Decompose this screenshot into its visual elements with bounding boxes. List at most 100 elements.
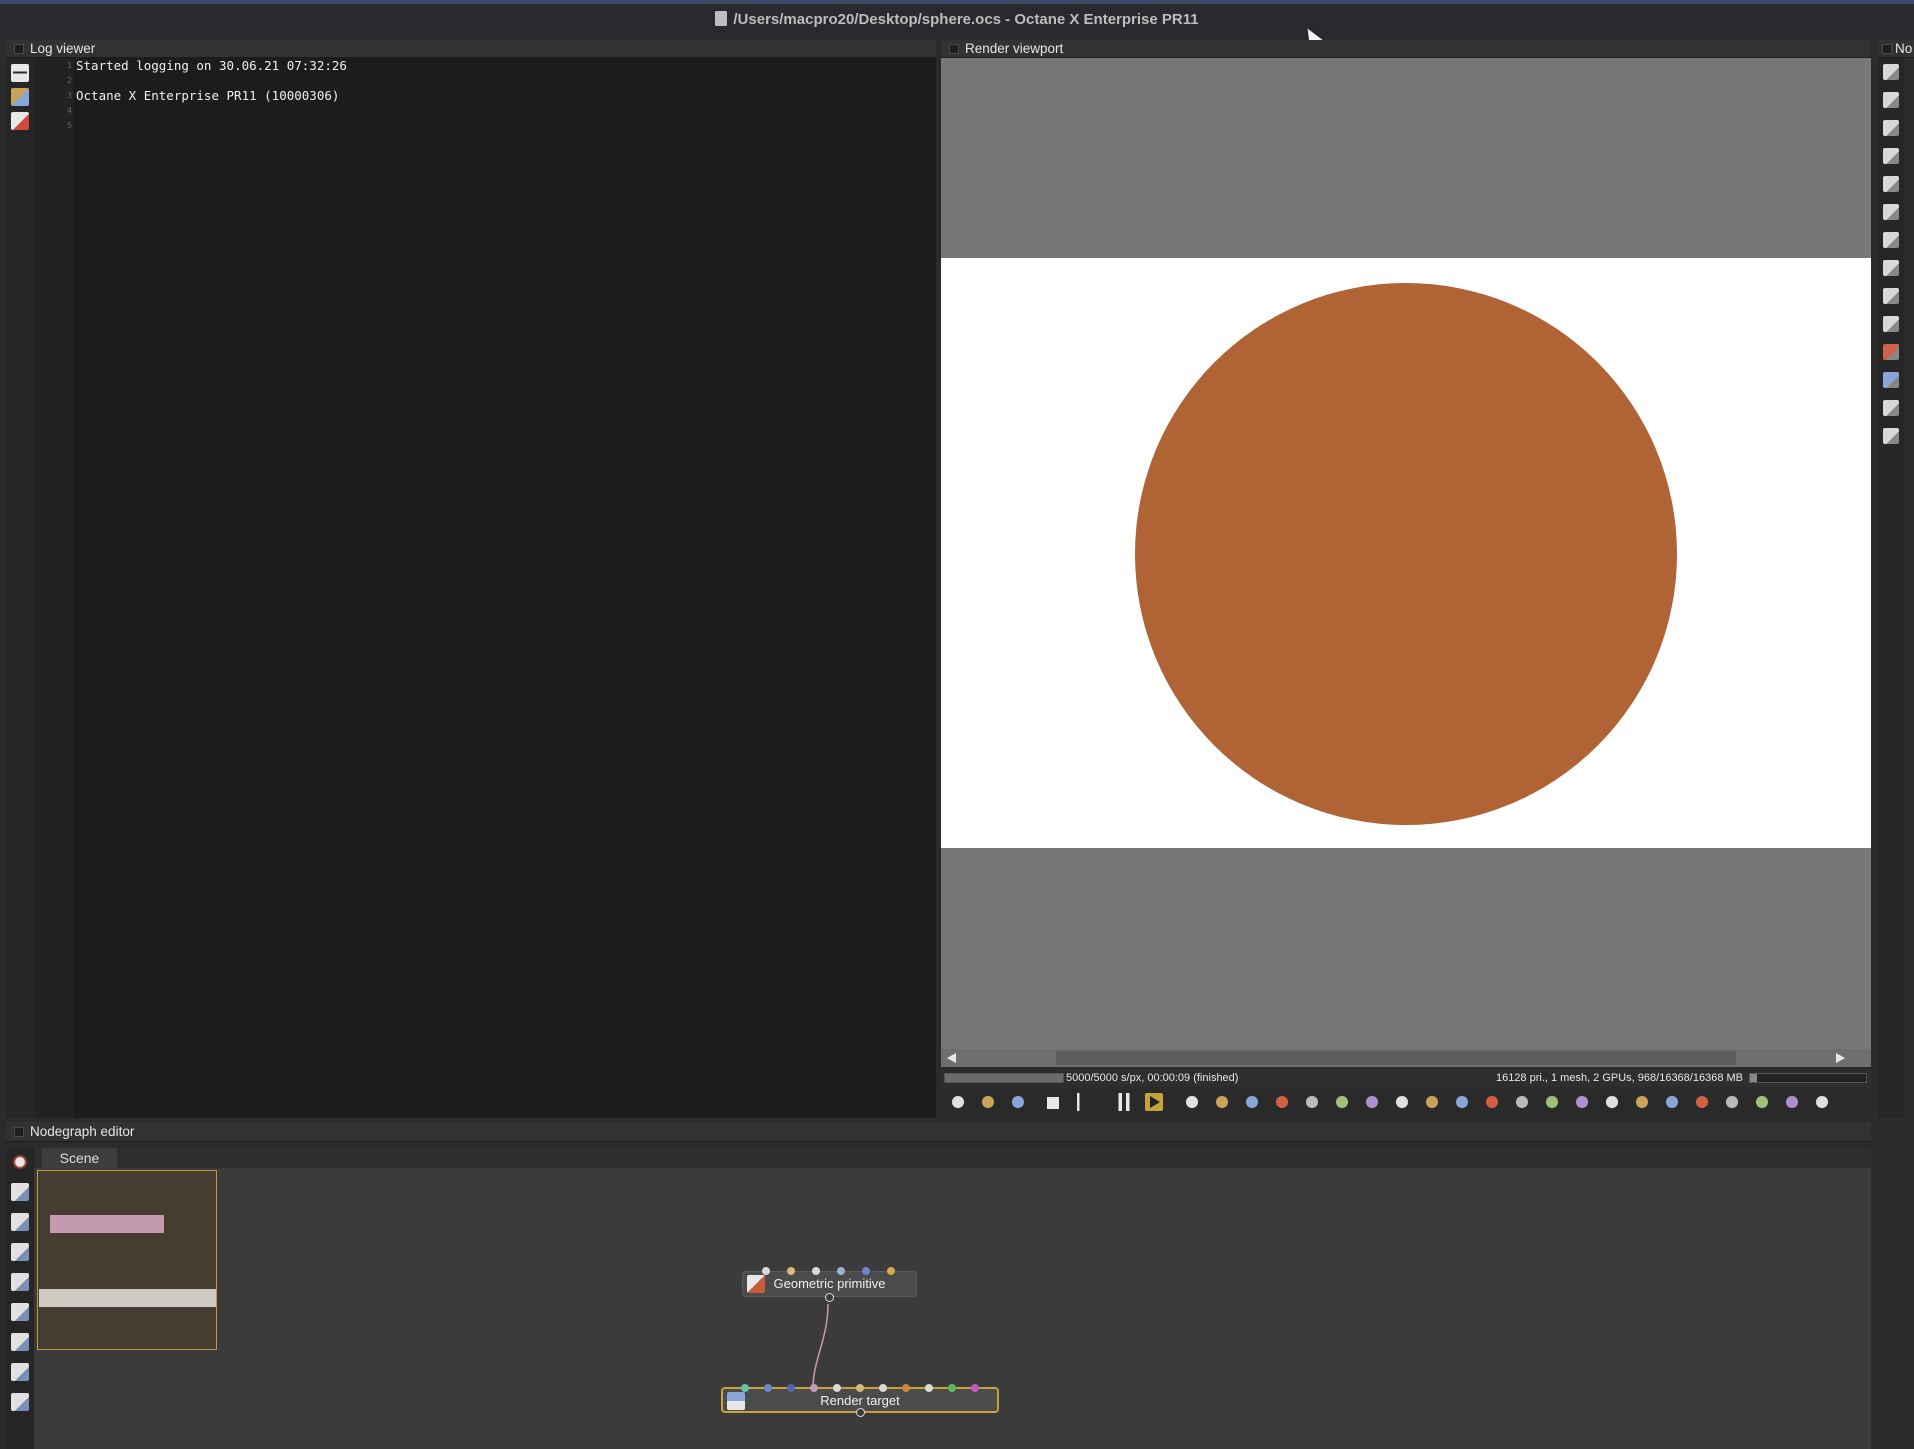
list-icon[interactable] (1883, 92, 1899, 108)
scroll-left-arrow-icon[interactable] (947, 1053, 956, 1063)
region-icon[interactable] (1393, 1093, 1411, 1111)
nodegraph-editor-header[interactable]: Nodegraph editor (6, 1122, 1871, 1142)
log-viewer-header[interactable]: Log viewer (6, 40, 936, 58)
clock-icon[interactable] (1883, 288, 1899, 304)
material-icon[interactable] (1883, 148, 1899, 164)
node-grid-icon[interactable] (11, 1213, 29, 1231)
geometry-icon[interactable] (11, 1273, 29, 1291)
checker-icon[interactable] (1603, 1093, 1621, 1111)
region-render-icon[interactable] (979, 1093, 997, 1111)
move-icon[interactable] (1723, 1093, 1741, 1111)
image-node-icon[interactable] (11, 1243, 29, 1261)
save-icon[interactable] (11, 64, 29, 82)
scroll-right-arrow-icon[interactable] (1836, 1053, 1845, 1063)
tab-scene[interactable]: Scene (42, 1148, 117, 1168)
node-tree-icon[interactable] (11, 1183, 29, 1201)
cube-red-icon[interactable] (1883, 344, 1899, 360)
render-progress-bar (944, 1073, 1064, 1083)
restart-icon[interactable] (1077, 1093, 1095, 1111)
outliner-icon[interactable] (1883, 64, 1899, 80)
pause-icon[interactable] (1115, 1093, 1133, 1111)
cube-icon[interactable] (1009, 1093, 1027, 1111)
play-icon[interactable] (1145, 1093, 1163, 1111)
material-icon[interactable] (11, 1333, 29, 1351)
lock-icon[interactable] (1663, 1093, 1681, 1111)
table-icon[interactable] (11, 1393, 29, 1411)
node-input-pin[interactable] (741, 1384, 749, 1392)
node-input-pin[interactable] (787, 1267, 795, 1275)
zoom-icon[interactable] (1423, 1093, 1441, 1111)
image-icon[interactable] (1883, 120, 1899, 136)
node-input-pin[interactable] (856, 1384, 864, 1392)
node-input-pin[interactable] (887, 1267, 895, 1275)
node-input-pin[interactable] (810, 1384, 818, 1392)
node-input-pin[interactable] (812, 1267, 820, 1275)
refresh-icon[interactable] (1273, 1093, 1291, 1111)
clear-log-icon[interactable] (11, 112, 29, 130)
export-icon[interactable] (1543, 1093, 1561, 1111)
geometry-icon (747, 1275, 765, 1293)
rotate-icon[interactable] (1753, 1093, 1771, 1111)
picker-icon[interactable] (1303, 1093, 1321, 1111)
texture-icon[interactable] (11, 1303, 29, 1321)
node-input-pin[interactable] (833, 1384, 841, 1392)
light-icon[interactable] (1483, 1093, 1501, 1111)
render-viewport[interactable] (941, 58, 1871, 1058)
text-icon[interactable] (1213, 1093, 1231, 1111)
layout-icon[interactable] (11, 1363, 29, 1381)
render-settings-icon[interactable] (949, 1093, 967, 1111)
node-label: Geometric primitive (773, 1276, 886, 1291)
panel-toggle-checkbox[interactable] (1882, 44, 1892, 54)
sun-icon[interactable] (1883, 428, 1899, 444)
nodegraph-canvas[interactable]: Geometric primitive Render target (34, 1168, 1871, 1449)
log-line: 4 (67, 106, 72, 115)
node-input-pin[interactable] (925, 1384, 933, 1392)
graph-icon[interactable] (1883, 316, 1899, 332)
axis-icon[interactable] (1813, 1093, 1831, 1111)
camera-view-icon[interactable] (1693, 1093, 1711, 1111)
texture-icon[interactable] (1883, 204, 1899, 220)
geometry-icon[interactable] (1883, 232, 1899, 248)
node-output-pin[interactable] (825, 1293, 834, 1302)
fullscreen-icon[interactable] (1783, 1093, 1801, 1111)
picture-icon[interactable] (1883, 400, 1899, 416)
node-input-pin[interactable] (787, 1384, 795, 1392)
pick-focus-icon[interactable] (1333, 1093, 1351, 1111)
node-input-pin[interactable] (862, 1267, 870, 1275)
node-input-pin[interactable] (764, 1384, 772, 1392)
node-input-pin[interactable] (971, 1384, 979, 1392)
mesh-icon[interactable] (1883, 176, 1899, 192)
color-wheel-icon[interactable] (1243, 1093, 1261, 1111)
log-text-area[interactable]: 1 Started logging on 30.06.21 07:32:26 2 … (67, 58, 936, 1118)
pick-white-icon[interactable] (1363, 1093, 1381, 1111)
frame-icon[interactable] (1883, 260, 1899, 276)
right-side-toolbar (1878, 58, 1904, 1118)
panel-toggle-checkbox[interactable] (14, 1127, 24, 1137)
cube-blue-icon[interactable] (1883, 372, 1899, 388)
panel-toggle-checkbox[interactable] (14, 44, 24, 54)
display-icon[interactable] (1183, 1093, 1201, 1111)
viewport-horizontal-scrollbar[interactable] (941, 1049, 1871, 1067)
render-image[interactable] (941, 258, 1871, 848)
node-render-target[interactable]: Render target (721, 1384, 999, 1417)
render-viewport-header[interactable]: Render viewport (941, 40, 1871, 58)
copy-icon[interactable] (11, 88, 29, 106)
copy-icon[interactable] (1513, 1093, 1531, 1111)
scrollbar-thumb[interactable] (1056, 1051, 1736, 1065)
node-input-pin[interactable] (879, 1384, 887, 1392)
node-output-pin[interactable] (856, 1408, 865, 1417)
layers-icon[interactable] (1573, 1093, 1591, 1111)
right-panel-header[interactable]: No (1878, 40, 1914, 58)
nodegraph-editor-title: Nodegraph editor (30, 1124, 135, 1139)
render-viewport-toolbar (941, 1089, 1871, 1116)
node-input-pin[interactable] (948, 1384, 956, 1392)
shield-icon[interactable] (1633, 1093, 1651, 1111)
node-input-pin[interactable] (837, 1267, 845, 1275)
stop-icon[interactable] (1047, 1097, 1059, 1109)
node-input-pin[interactable] (762, 1267, 770, 1275)
panel-toggle-checkbox[interactable] (949, 44, 959, 54)
frame-icon[interactable] (1453, 1093, 1471, 1111)
render-settings-icon[interactable] (11, 1153, 29, 1171)
node-input-pin[interactable] (902, 1384, 910, 1392)
node-geometric-primitive[interactable]: Geometric primitive (742, 1267, 917, 1302)
